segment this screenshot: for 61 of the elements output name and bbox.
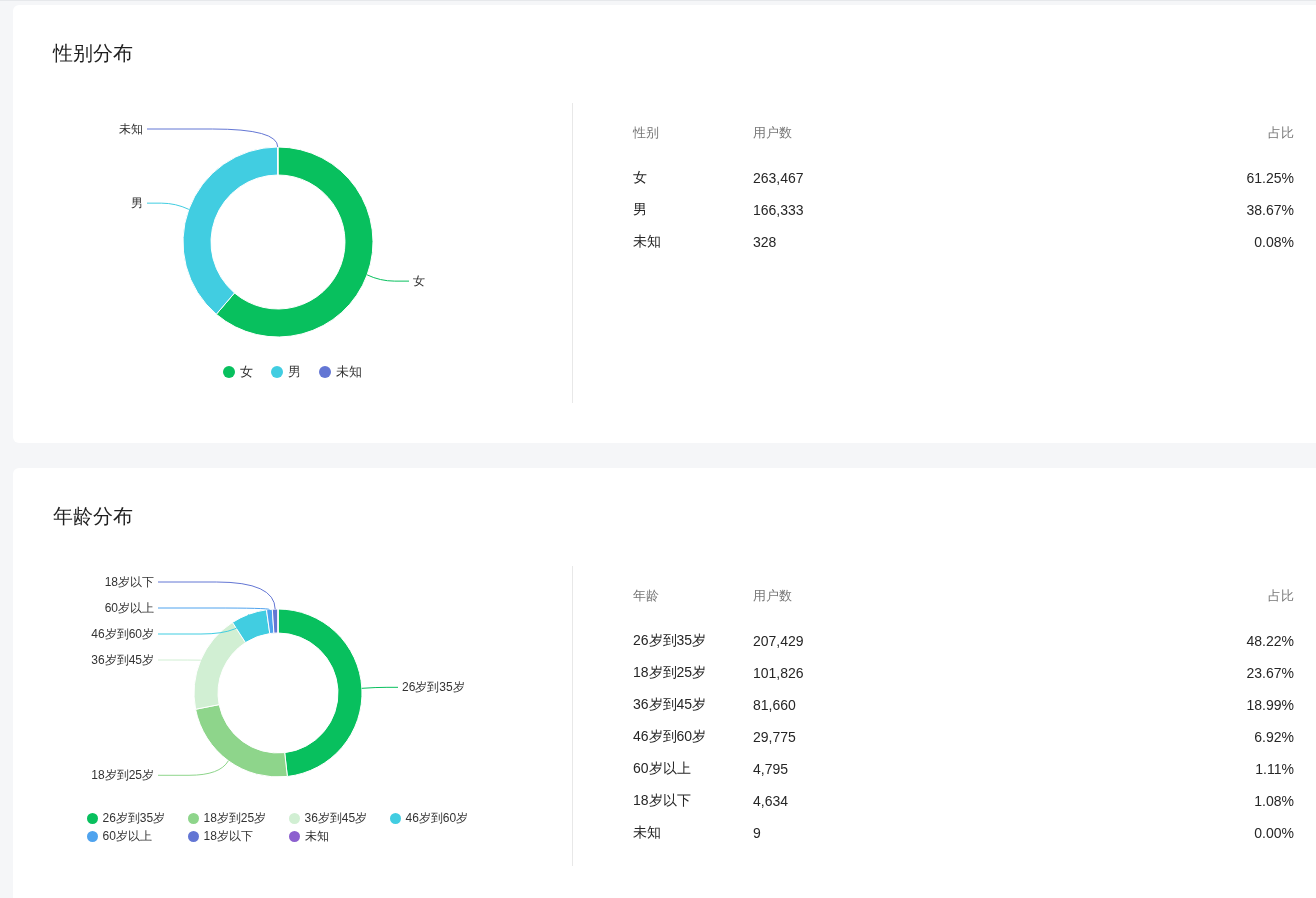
table-cell-text: 207,429 <box>753 633 805 649</box>
table-cell-text: 46岁到60岁 <box>633 728 708 746</box>
chart-label: 36岁到45岁 <box>90 653 154 667</box>
leader-line <box>157 760 229 776</box>
table-cell: 38.67% <box>1246 202 1294 218</box>
section-title: 年龄分布 <box>53 504 133 529</box>
leader-line <box>146 202 189 210</box>
table-cell-text: 未知 <box>633 233 662 251</box>
table-cell-text: 29,775 <box>753 729 797 745</box>
legend-label: 女 <box>240 363 253 381</box>
table-cell-text: 101,826 <box>753 665 805 681</box>
legend-label: 26岁到35岁 <box>102 810 166 827</box>
table-cell-text: 166,333 <box>753 202 805 218</box>
table-cell: 0.00% <box>1254 825 1294 841</box>
table-cell-text: 81,660 <box>753 697 797 713</box>
table-cell-text: 328 <box>753 234 778 250</box>
legend-label: 46岁到60岁 <box>405 810 469 827</box>
table-cell: 18.99% <box>1246 697 1294 713</box>
table-cell: 23.67% <box>1246 665 1294 681</box>
table-cell: 61.25% <box>1246 170 1294 186</box>
column-header: 用户数 <box>753 124 793 142</box>
table-cell-text: 18岁以下 <box>633 792 692 810</box>
legend-label: 36岁到45岁 <box>304 810 368 827</box>
table-cell: 6.92% <box>1254 729 1294 745</box>
chart-label: 60岁以上 <box>104 601 154 615</box>
legend-label: 60岁以上 <box>102 828 152 845</box>
table-cell-text: 36岁到45岁 <box>633 696 708 714</box>
table-cell-text: 9 <box>753 825 762 841</box>
table-cell-text: 男 <box>633 201 648 219</box>
table-cell: 1.08% <box>1254 793 1294 809</box>
legend-label: 男 <box>288 363 301 381</box>
table-cell-text: 4,795 <box>753 761 790 777</box>
table-cell-text: 18岁到25岁 <box>633 664 708 682</box>
table-cell: 48.22% <box>1246 633 1294 649</box>
table-cell-text: 60岁以上 <box>633 760 692 778</box>
chart-label: 18岁以下 <box>104 575 154 589</box>
table-cell-text: 263,467 <box>753 170 805 186</box>
chart-label: 26岁到35岁 <box>401 680 465 695</box>
legend-label: 18岁以下 <box>203 828 253 845</box>
table-cell-text: 26岁到35岁 <box>633 632 708 650</box>
leader-line <box>366 274 409 282</box>
table-cell-text: 4,634 <box>753 793 790 809</box>
legend-label: 18岁到25岁 <box>203 810 267 827</box>
chart-label: 18岁到25岁 <box>90 768 154 783</box>
chart-label: 女 <box>412 274 425 289</box>
section-title: 性别分布 <box>53 41 133 66</box>
column-header: 占比 <box>1268 587 1294 605</box>
legend-label: 未知 <box>304 828 329 845</box>
column-header: 占比 <box>1268 124 1294 142</box>
table-cell-text: 女 <box>633 169 648 187</box>
legend-label: 未知 <box>336 363 362 381</box>
chart-label: 未知 <box>118 122 143 136</box>
column-header: 用户数 <box>753 587 793 605</box>
column-header: 年龄 <box>633 587 660 605</box>
table-cell: 1.11% <box>1255 761 1294 777</box>
table-cell-text: 未知 <box>633 824 662 842</box>
table-cell: 0.08% <box>1254 234 1294 250</box>
chart-label: 46岁到60岁 <box>90 627 154 641</box>
leader-line <box>360 686 398 689</box>
chart-label: 男 <box>130 196 143 211</box>
column-header: 性别 <box>633 124 660 142</box>
